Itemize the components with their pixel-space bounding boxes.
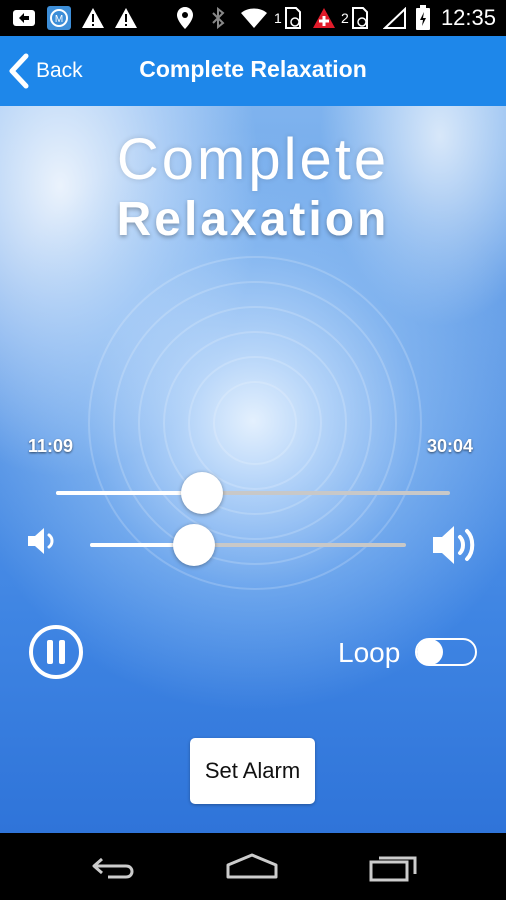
app-header: Back Complete Relaxation	[0, 36, 506, 106]
warning-icon	[114, 6, 138, 30]
usb-back-icon	[12, 6, 36, 30]
sim-1-icon: 1	[274, 6, 302, 30]
logo-line-1: Complete	[116, 127, 390, 192]
navigation-bar	[0, 833, 506, 900]
volume-thumb[interactable]	[173, 524, 216, 566]
player-background: Complete Relaxation 11:09 30:04 Loop Set…	[0, 106, 506, 833]
loop-toggle-knob	[417, 639, 443, 665]
total-time: 30:04	[427, 436, 474, 456]
nav-back-button[interactable]	[83, 849, 143, 885]
elapsed-time: 11:09	[28, 436, 74, 456]
progress-slider[interactable]	[56, 491, 450, 495]
nav-recent-apps-button[interactable]	[364, 849, 424, 885]
pause-icon	[29, 625, 83, 679]
progress-fill	[56, 491, 202, 495]
location-icon	[176, 6, 194, 30]
battery-icon	[415, 5, 431, 30]
volume-slider[interactable]	[90, 543, 406, 547]
pause-button[interactable]	[28, 624, 84, 680]
bluetooth-icon	[210, 6, 226, 30]
logo-line-2: Relaxation	[116, 193, 390, 246]
warning-icon	[81, 6, 105, 30]
sim-2-icon: 2	[341, 6, 369, 30]
recent-apps-icon	[369, 856, 417, 882]
status-time: 12:35	[440, 5, 496, 30]
page-title: Complete Relaxation	[139, 56, 367, 82]
volume-high-icon[interactable]	[430, 523, 480, 572]
wifi-icon	[240, 6, 268, 30]
status-bar: M 1 2 12:35	[0, 0, 506, 36]
app-m-icon: M	[46, 6, 72, 30]
set-alarm-button[interactable]: Set Alarm	[190, 738, 315, 804]
no-signal-icon	[383, 6, 407, 30]
loop-label: Loop	[338, 637, 401, 668]
home-icon	[226, 853, 278, 879]
back-icon	[92, 857, 134, 879]
loop-toggle[interactable]	[415, 638, 477, 666]
nav-home-button[interactable]	[222, 849, 282, 885]
svg-text:M: M	[55, 14, 63, 25]
medical-cross-icon	[312, 6, 336, 30]
progress-thumb[interactable]	[180, 472, 223, 514]
volume-low-icon[interactable]	[26, 526, 62, 561]
